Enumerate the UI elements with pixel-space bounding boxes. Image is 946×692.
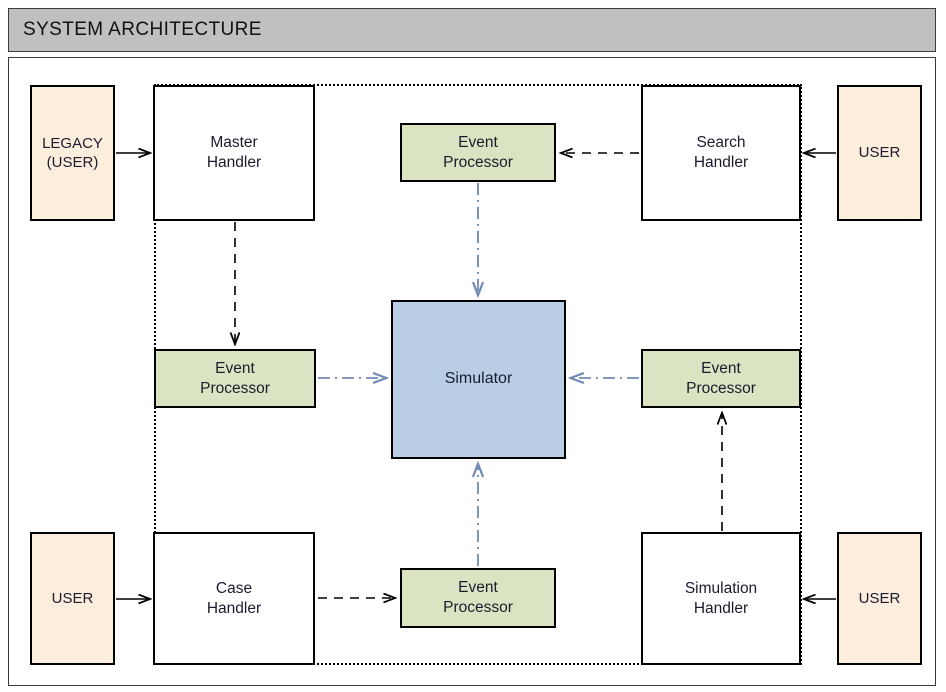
node-search-handler[interactable]: Search Handler — [641, 85, 801, 221]
node-legacy-user[interactable]: LEGACY (USER) — [30, 85, 115, 221]
node-user-bottom-right-label: USER — [858, 589, 901, 607]
node-legacy-user-line1: LEGACY — [42, 134, 103, 152]
node-simulator-label: Simulator — [444, 370, 513, 388]
window-title-bar: SYSTEM ARCHITECTURE — [8, 8, 936, 52]
node-master-handler-line1: Master — [210, 134, 258, 152]
node-user-mid-left-label: USER — [51, 589, 94, 607]
node-event-processor-bottom-line1: Event — [458, 579, 498, 597]
node-event-processor-top[interactable]: Event Processor — [400, 123, 556, 182]
page-title: SYSTEM ARCHITECTURE — [23, 19, 262, 40]
node-event-processor-bottom-line2: Processor — [443, 599, 513, 616]
node-event-processor-left[interactable]: Event Processor — [154, 349, 316, 408]
node-simulation-handler-line1: Simulation — [684, 579, 758, 597]
node-master-handler-line2: Handler — [206, 154, 262, 171]
node-user-top-right-label: USER — [858, 144, 901, 162]
node-case-handler-line1: Case — [215, 579, 253, 597]
node-event-processor-left-line1: Event — [215, 359, 255, 377]
node-user-mid-left[interactable]: USER — [30, 532, 115, 665]
node-user-bottom-right[interactable]: USER — [837, 532, 922, 665]
node-case-handler-line2: Handler — [206, 599, 262, 617]
node-simulation-handler[interactable]: Simulation Handler — [641, 532, 801, 665]
architecture-diagram-page: SYSTEM ARCHITECTURE LEGACY (USER) Master… — [0, 0, 946, 692]
node-event-processor-top-line1: Event — [458, 133, 498, 151]
node-case-handler[interactable]: Case Handler — [153, 532, 315, 665]
node-simulation-handler-line2: Handler — [693, 599, 749, 617]
node-event-processor-right-line1: Event — [701, 359, 741, 377]
node-event-processor-right[interactable]: Event Processor — [641, 349, 801, 408]
node-event-processor-left-line2: Processor — [200, 379, 270, 397]
node-simulator[interactable]: Simulator — [391, 300, 566, 459]
node-search-handler-line1: Search — [696, 134, 746, 152]
node-master-handler[interactable]: Master Handler — [153, 85, 315, 221]
node-search-handler-line2: Handler — [693, 154, 749, 171]
node-event-processor-right-line2: Processor — [686, 379, 756, 397]
node-event-processor-top-line2: Processor — [443, 153, 513, 171]
node-event-processor-bottom[interactable]: Event Processor — [400, 568, 556, 628]
node-user-top-right[interactable]: USER — [837, 85, 922, 221]
node-legacy-user-line2: (USER) — [46, 154, 99, 171]
